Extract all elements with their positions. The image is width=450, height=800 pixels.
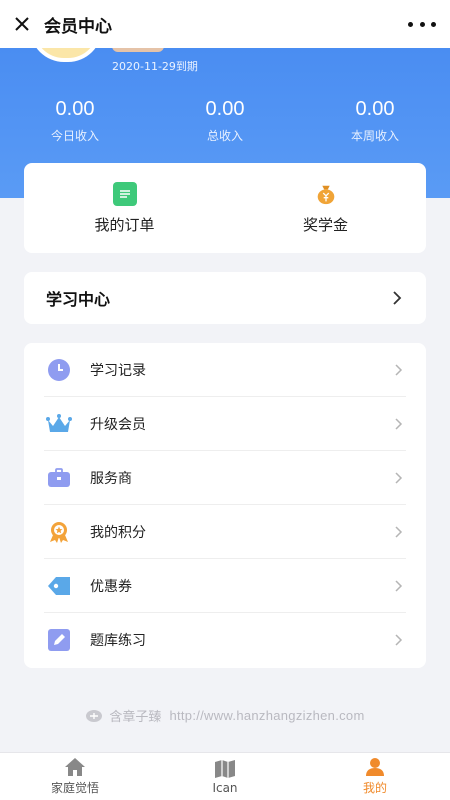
- chevron-right-icon: [392, 363, 406, 377]
- menu-item-label: 服务商: [90, 470, 132, 487]
- menu-list: 学习记录 升级会员 服务商 我的积分 优惠券 题库练习: [24, 343, 426, 668]
- footer-brand: 含章子臻: [109, 710, 162, 725]
- scholarship-button[interactable]: 奖学金: [225, 163, 426, 253]
- menu-item-my-points[interactable]: 我的积分: [44, 505, 406, 559]
- tab-ican[interactable]: Ican: [150, 753, 300, 800]
- briefcase-icon: [46, 465, 72, 491]
- book-icon: [215, 759, 235, 778]
- stat-label: 本周收入: [350, 129, 399, 143]
- tag-icon: [46, 573, 72, 599]
- more-dot: [419, 21, 425, 27]
- money-bag-icon: [314, 182, 338, 206]
- menu-item-coupons[interactable]: 优惠券: [44, 559, 406, 613]
- stat-label: 今日收入: [50, 129, 99, 143]
- order-icon: [112, 181, 137, 206]
- income-stats: 0.00 今日收入 0.00 总收入 0.00 本周收入: [0, 98, 450, 144]
- chevron-right-icon: [392, 471, 406, 485]
- study-center-title: 学习中心: [46, 290, 111, 309]
- menu-item-question-bank[interactable]: 题库练习: [44, 613, 406, 667]
- menu-item-label: 学习记录: [90, 362, 146, 379]
- more-button[interactable]: [408, 12, 436, 36]
- clock-icon: [46, 357, 72, 383]
- crown-icon: [46, 411, 72, 437]
- chevron-right-icon: [392, 633, 406, 647]
- stat-value: 0.00: [355, 98, 395, 120]
- menu-item-label: 优惠券: [90, 578, 132, 595]
- quick-links-card: 我的订单 奖学金: [24, 163, 426, 253]
- more-dot: [431, 21, 436, 27]
- quick-link-label: 奖学金: [302, 215, 348, 234]
- stat-week-income: 0.00 本周收入: [300, 98, 450, 144]
- quick-link-label: 我的订单: [94, 215, 155, 234]
- stat-value: 0.00: [205, 98, 245, 120]
- bottom-tab-bar: 家庭觉悟 Ican 我的: [0, 752, 450, 800]
- home-icon: [65, 758, 85, 776]
- stat-today-income: 0.00 今日收入: [0, 98, 150, 144]
- close-icon: [15, 17, 29, 31]
- membership-expiry: 2020-11-29到期: [112, 60, 198, 73]
- page-title: 会员中心: [44, 16, 112, 37]
- tab-home[interactable]: 家庭觉悟: [0, 753, 150, 800]
- menu-item-study-record[interactable]: 学习记录: [44, 343, 406, 397]
- chevron-right-icon: [392, 417, 406, 431]
- menu-item-label: 升级会员: [90, 416, 146, 433]
- study-center-row[interactable]: 学习中心: [24, 272, 426, 324]
- close-button[interactable]: [0, 0, 44, 48]
- edit-icon: [46, 627, 72, 653]
- stat-label: 总收入: [206, 129, 243, 143]
- footer-note: 含章子臻 http://www.hanzhangzizhen.com: [0, 706, 450, 725]
- menu-item-service-provider[interactable]: 服务商: [44, 451, 406, 505]
- tab-mine[interactable]: 我的: [300, 753, 450, 800]
- footer-url[interactable]: http://www.hanzhangzizhen.com: [169, 708, 364, 723]
- menu-item-upgrade-member[interactable]: 升级会员: [44, 397, 406, 451]
- menu-item-label: 题库练习: [90, 633, 146, 649]
- my-orders-button[interactable]: 我的订单: [24, 163, 225, 253]
- tab-label: 我的: [362, 781, 387, 795]
- chevron-right-icon: [392, 579, 406, 593]
- chevron-right-icon: [392, 525, 406, 539]
- menu-item-label: 我的积分: [90, 524, 146, 541]
- tab-label: Ican: [212, 780, 238, 795]
- stat-total-income: 0.00 总收入: [150, 98, 300, 144]
- logo-icon: [86, 709, 103, 722]
- top-bar: 会员中心: [0, 0, 450, 48]
- tab-label: 家庭觉悟: [50, 781, 99, 795]
- user-icon: [366, 758, 384, 776]
- medal-icon: [46, 519, 72, 545]
- more-dot: [408, 21, 413, 27]
- stat-value: 0.00: [55, 98, 95, 120]
- chevron-right-icon: [390, 291, 404, 305]
